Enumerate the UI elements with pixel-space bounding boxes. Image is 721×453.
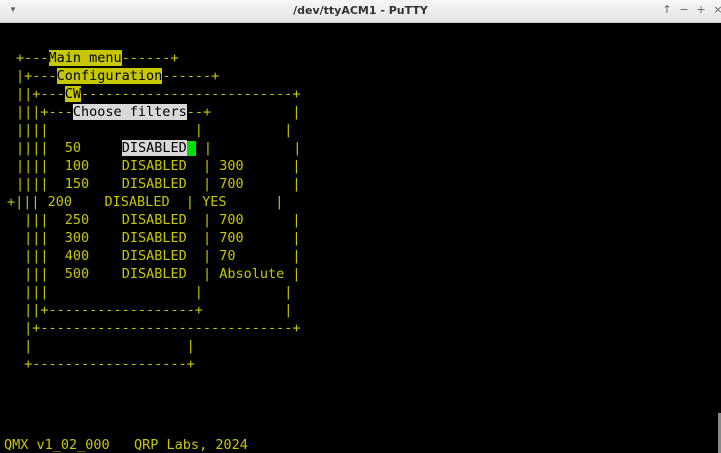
configuration-label[interactable]: Configuration [56, 68, 163, 84]
filter-status: DISABLED [121, 248, 187, 264]
filter-row[interactable]: ||| 300 DISABLED | 700 | [16, 229, 300, 247]
filter-row[interactable]: |||| 150 DISABLED | 700 | [16, 175, 301, 193]
filter-row[interactable]: ||| 400 DISABLED | 70 | [16, 247, 300, 265]
filter-value: YES [202, 194, 227, 210]
window-title: /dev/ttyACM1 - PuTTY [293, 4, 428, 17]
maximize-button[interactable]: + [694, 3, 708, 17]
filter-bw: 150 [64, 176, 90, 192]
choose-filters-label[interactable]: Choose filters [72, 104, 187, 120]
filter-value: 700 [219, 212, 244, 228]
border-line: | | [16, 338, 195, 354]
filter-status-selected[interactable]: DISABLED [121, 140, 187, 156]
filter-value: 70 [219, 248, 236, 264]
terminal-screen[interactable]: +---Main menu------+ |+---Configuration-… [0, 23, 721, 453]
filter-row[interactable]: ||| 500 DISABLED | Absolute | [16, 265, 300, 283]
filter-row[interactable]: |||| 50 DISABLED | | [16, 139, 301, 157]
filter-status: DISABLED [121, 266, 187, 282]
scroll-up-icon[interactable]: ↑ [660, 3, 674, 17]
minimize-button[interactable]: − [677, 3, 691, 17]
filter-value: Absolute [219, 266, 285, 282]
filter-bw: 100 [64, 158, 90, 174]
menu-line-config: |+---Configuration------+ [16, 68, 220, 84]
cw-label[interactable]: CW [64, 86, 82, 102]
border-line: |||| | | [16, 122, 293, 138]
filter-bw: 50 [64, 140, 82, 156]
filter-status: DISABLED [121, 176, 187, 192]
filter-status: DISABLED [104, 194, 170, 210]
close-button[interactable]: × [711, 3, 721, 17]
filter-row[interactable]: ||| 250 DISABLED | 700 | [16, 211, 300, 229]
border-line: |+-------------------------------+ [16, 320, 301, 336]
title-bar: ▾ /dev/ttyACM1 - PuTTY ↑ − + × [0, 0, 721, 23]
filter-bw: 200 [47, 194, 73, 210]
status-line: QMX v1_02_000 QRP Labs, 2024 [4, 437, 248, 453]
main-menu-label[interactable]: Main menu [48, 50, 122, 66]
filter-value: 700 [219, 230, 244, 246]
cursor [186, 140, 196, 156]
filter-status: DISABLED [121, 158, 187, 174]
filter-value: 700 [219, 176, 244, 192]
filter-bw: 400 [64, 248, 90, 264]
menu-line-main: +---Main menu------+ [16, 50, 179, 66]
filter-row[interactable]: +||| 200 DISABLED | YES | [7, 193, 283, 211]
menu-line-cw: ||+---CW--------------------------+ [16, 86, 301, 102]
filter-value: 300 [219, 158, 244, 174]
filter-bw: 300 [64, 230, 90, 246]
border-line: ||| | | [16, 284, 293, 300]
border-line: ||+------------------+ | [16, 302, 293, 318]
menu-line-filters: |||+---Choose filters--+ | [16, 104, 301, 120]
filter-status: DISABLED [121, 230, 187, 246]
filter-status: DISABLED [121, 212, 187, 228]
filter-bw: 500 [64, 266, 90, 282]
border-line: +-------------------+ [16, 356, 195, 372]
filter-row[interactable]: |||| 100 DISABLED | 300 | [16, 157, 301, 175]
filter-bw: 250 [64, 212, 90, 228]
